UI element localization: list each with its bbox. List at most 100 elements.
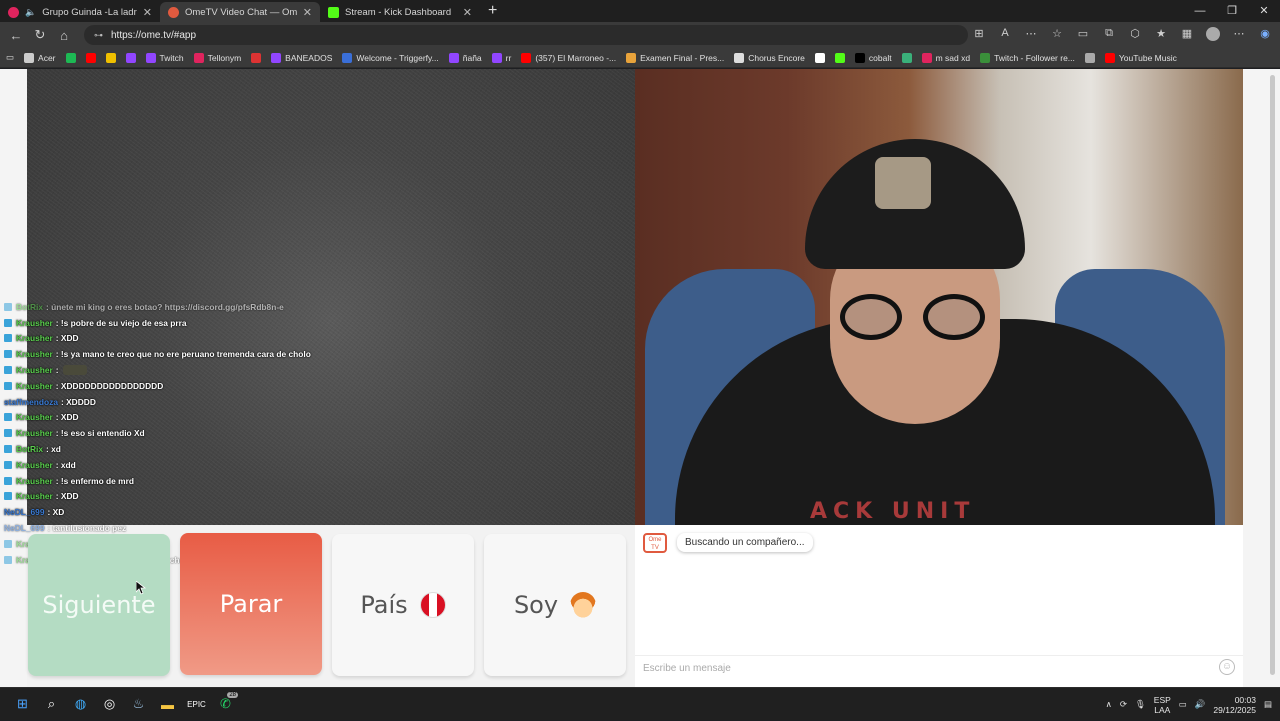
close-tab-icon[interactable]: ✕ (303, 6, 312, 19)
stop-label: Parar (219, 590, 283, 618)
keyboard-layout: LAA (1154, 704, 1171, 715)
gender-button[interactable]: Soy (484, 534, 626, 676)
bookmark-item[interactable] (125, 52, 136, 63)
bookmark-item[interactable]: Tellonym (193, 52, 241, 63)
bookmark-label: cobalt (868, 52, 892, 63)
bookmark-icon (491, 52, 502, 63)
bookmark-item[interactable] (65, 52, 76, 63)
restore-icon[interactable]: ❐ (1216, 0, 1248, 22)
bookmark-item[interactable]: Twitch (145, 52, 184, 63)
copilot-icon[interactable]: ◉ (1254, 27, 1276, 44)
chat-text: : XDD (55, 412, 79, 423)
search-icon[interactable]: ⌕ (37, 692, 66, 716)
split-screen-icon[interactable]: ⬡ (1124, 27, 1146, 44)
platform-badge-icon (4, 366, 12, 375)
bookmark-item[interactable] (901, 52, 912, 63)
network-icon[interactable]: ▭ (1179, 699, 1187, 710)
chat-message: Krausher: XDD (4, 331, 424, 347)
start-icon[interactable]: ⊞ (8, 692, 37, 716)
app-available-icon[interactable]: ⊞ (968, 27, 990, 44)
extensions-icon[interactable]: ⧉ (1098, 27, 1120, 44)
page-scrollbar[interactable] (1270, 75, 1275, 675)
bookmark-label: Twitch (159, 52, 184, 63)
bookmark-item[interactable]: BANEADOS (271, 52, 333, 63)
obs-icon[interactable]: ◎ (95, 692, 124, 716)
tab-kick-dashboard[interactable]: Stream - Kick Dashboard ✕ (320, 2, 480, 22)
tab-ometv[interactable]: OmeTV Video Chat — Omeg ✕ (160, 2, 320, 22)
country-label: País (360, 591, 408, 619)
bookmark-item[interactable] (834, 52, 845, 63)
bookmark-item[interactable] (105, 52, 116, 63)
chat-text: : xd (46, 444, 61, 455)
chat-text: : !s enfermo de mrd (55, 475, 134, 486)
minimize-icon[interactable]: — (1184, 0, 1216, 22)
file-explorer-icon[interactable]: ▬ (153, 692, 182, 716)
message-input[interactable]: Escribe un mensaje (635, 655, 1243, 681)
favorites-icon[interactable]: ★ (1150, 27, 1172, 44)
profile-avatar[interactable] (1202, 26, 1224, 44)
close-window-icon[interactable]: ✕ (1248, 0, 1280, 22)
site-info-icon[interactable]: ⊶ (94, 30, 103, 41)
steam-icon[interactable]: ♨ (124, 692, 153, 716)
bookmark-icon (980, 52, 991, 63)
clock-time: 00:03 (1234, 694, 1256, 705)
notifications-icon[interactable]: ▤ (1264, 699, 1272, 710)
tab-grupo-guinda[interactable]: 🔈 Grupo Guinda -La ladrona - ✕ (0, 2, 160, 22)
bookmark-item[interactable] (1084, 52, 1095, 63)
back-icon[interactable]: ← (4, 28, 28, 43)
bookmark-item[interactable]: ñaña (448, 52, 482, 63)
chat-username: Krausher (16, 365, 53, 376)
reload-icon[interactable]: ↻ (28, 27, 52, 43)
bookmark-item[interactable]: cobalt (854, 52, 892, 63)
bookmark-item[interactable] (814, 52, 825, 63)
next-label: Siguiente (42, 591, 156, 619)
whatsapp-icon[interactable]: ✆ 28 (211, 692, 240, 716)
edge-icon[interactable]: ◍ (66, 692, 95, 716)
settings-more-icon[interactable]: ⋯ (1228, 27, 1250, 44)
volume-icon[interactable]: 🔊 (1195, 699, 1206, 710)
bookmark-item[interactable] (85, 52, 96, 63)
bookmark-item[interactable]: (357) El Marroneo -... (521, 52, 616, 63)
bookmark-item[interactable]: m sad xd (921, 52, 970, 63)
bookmark-item[interactable]: Acer (24, 52, 56, 63)
chat-message: Krausher: (4, 362, 424, 378)
emoji-icon[interactable]: ☺ (1219, 659, 1235, 675)
message-placeholder: Escribe un mensaje (643, 663, 731, 674)
collections-icon[interactable]: ▦ (1176, 27, 1198, 44)
bookmark-item[interactable] (251, 52, 262, 63)
url-field[interactable]: ⊶ https://ome.tv/#app (84, 25, 968, 45)
bookmark-label: BANEADOS (285, 52, 333, 63)
bookmark-item[interactable]: Chorus Encore (734, 52, 805, 63)
close-tab-icon[interactable]: ✕ (463, 6, 472, 19)
input-language[interactable]: ESP LAA (1154, 695, 1171, 715)
epic-games-icon[interactable]: EPIC (182, 692, 211, 716)
bookmark-icon (854, 52, 865, 63)
new-tab-button[interactable]: + (480, 2, 505, 22)
show-hidden-icons[interactable]: ∧ (1106, 699, 1112, 710)
next-button[interactable]: Siguiente (28, 534, 170, 676)
microphone-icon[interactable]: 🎙 (1135, 699, 1146, 710)
bookmark-item[interactable]: YouTube Music (1104, 52, 1177, 63)
windows-taskbar: ⊞ ⌕ ◍ ◎ ♨ ▬ EPIC ✆ 28 ∧ ⟳ 🎙 ESP LAA ▭ 🔊 0… (0, 687, 1280, 720)
home-icon[interactable]: ⌂ (52, 28, 76, 43)
stop-button[interactable]: Parar (180, 533, 322, 675)
clock[interactable]: 00:03 29/12/2025 (1213, 695, 1256, 715)
platform-badge-icon (4, 476, 12, 485)
bookmark-item[interactable]: Examen Final - Pres... (626, 52, 724, 63)
sync-icon[interactable]: ⟳ (1120, 699, 1127, 710)
favorite-star-icon[interactable]: ☆ (1046, 27, 1068, 44)
close-tab-icon[interactable]: ✕ (143, 6, 152, 19)
bookmark-item[interactable]: rr (491, 52, 511, 63)
tab-label: Stream - Kick Dashboard (345, 6, 452, 18)
bookmark-icon (105, 52, 116, 63)
more-tools-icon[interactable]: ⋯ (1020, 27, 1042, 44)
speaker-icon[interactable]: 🔈 (25, 7, 36, 18)
bookmark-item[interactable]: Twitch - Follower re... (980, 52, 1075, 63)
translate-icon[interactable]: A (994, 27, 1016, 44)
media-icon[interactable]: ▭ (1072, 27, 1094, 44)
country-button[interactable]: País (332, 534, 474, 676)
bookmark-item[interactable]: Welcome - Triggerfy... (342, 52, 439, 63)
sidebar-toggle-icon[interactable]: ▭ (6, 52, 14, 63)
chat-username: Krausher (16, 475, 53, 486)
chat-text: : XD (47, 507, 65, 518)
